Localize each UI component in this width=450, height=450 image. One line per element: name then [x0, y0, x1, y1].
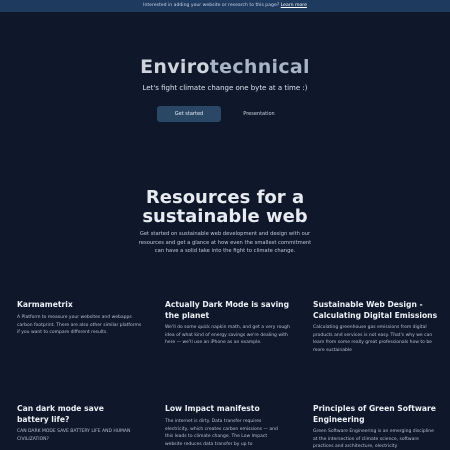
card-title[interactable]: Actually Dark Mode is saving the planet [165, 299, 295, 321]
card-text: We'll do some quick napkin math, and get… [165, 325, 290, 345]
card-title[interactable]: Low Impact manifesto [165, 403, 295, 414]
card-text: The internet is dirty. Data transfer req… [165, 419, 278, 447]
card-text: CAN DARK MODE SAVE BATTERY LIFE AND HUMA… [17, 429, 131, 442]
card-title[interactable]: Karmametrix [17, 299, 142, 310]
brand-part-2: technical [209, 56, 310, 78]
get-started-button[interactable]: Get started [157, 106, 221, 122]
tagline: Let's fight climate change one byte at a… [142, 84, 308, 92]
presentation-button[interactable]: Presentation [230, 106, 288, 122]
page: Interested in adding your website or res… [0, 0, 450, 450]
banner-text: Interested in adding your website or res… [143, 3, 280, 8]
card-text: Green Software Engineering is an emergin… [313, 429, 434, 449]
brand-part-1: Enviro [140, 56, 210, 78]
section-title: Resources for a sustainable web [0, 188, 450, 226]
section-title-line-1: Resources for a [145, 187, 305, 208]
card-title[interactable]: Principles of Green Software Engineering [313, 403, 443, 425]
brand-title: Envirotechnical [0, 56, 450, 78]
announcement-banner: Interested in adding your website or res… [0, 0, 450, 12]
section-intro: Get started on sustainable web developme… [138, 231, 312, 255]
card-title[interactable]: Sustainable Web Design - Calculating Dig… [313, 299, 443, 321]
card-text: A Platform to measure your websites and … [17, 315, 142, 335]
learn-more-link[interactable]: Learn more [281, 3, 307, 8]
card-title[interactable]: Can dark mode save battery life? [17, 403, 137, 425]
card-text: Calculating greenhouse gas emissions fro… [313, 325, 433, 353]
section-title-line-2: sustainable web [142, 206, 308, 227]
